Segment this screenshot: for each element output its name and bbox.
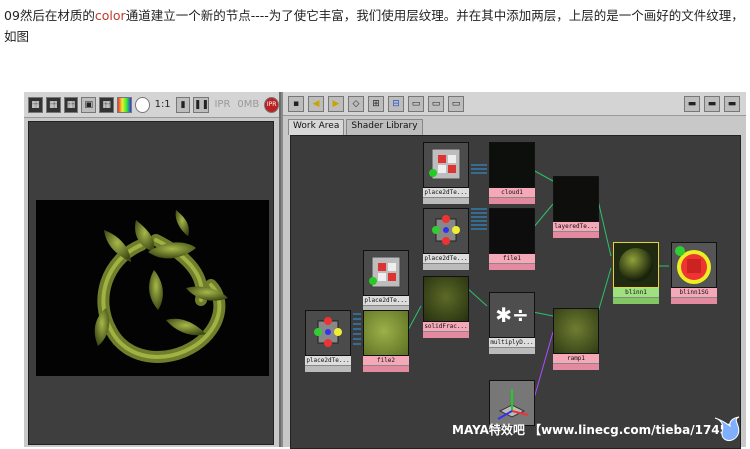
node-label: solidFrac... xyxy=(423,322,469,331)
node-blinn1[interactable]: blinn1 xyxy=(613,242,659,304)
node-file2[interactable]: file2 xyxy=(363,310,409,372)
tutorial-caption: 09然后在材质的color通道建立一个新的节点----为了使它丰富，我们使用层纹… xyxy=(4,5,746,47)
pause-icon[interactable]: ❚❚ xyxy=(193,96,210,113)
render-region-icon[interactable]: ▦ xyxy=(45,96,61,113)
file1-swatch xyxy=(489,208,535,254)
node-label: place2dTe... xyxy=(305,356,351,365)
ipr-button[interactable]: IPR xyxy=(264,96,280,113)
show-bottom-tabs-icon[interactable]: ▭ xyxy=(428,95,444,112)
zoom-ratio-label[interactable]: 1:1 xyxy=(153,99,173,110)
node-label: file2 xyxy=(363,356,409,365)
shading-group-icon xyxy=(671,242,717,288)
alpha-channel-icon[interactable] xyxy=(134,96,150,113)
hypershade-panel: ▪ ◀ ▶ ◇ ⊞ ⊟ ▭ ▭ ▭ ▬ ▬ ▬ Work Area Shader… xyxy=(283,92,746,449)
watermark-text: MAYA特效吧 【www.linecg.com/tieba/1745】 xyxy=(452,423,741,437)
multiply-divide-icon: ✱÷ xyxy=(489,292,535,338)
node-multiply-divide[interactable]: ✱÷ multiplyD... xyxy=(489,292,535,354)
solid-fractal-swatch xyxy=(423,276,469,322)
layout-top-icon[interactable]: ▬ xyxy=(684,95,700,112)
node-cloud[interactable]: cloud1 xyxy=(489,142,535,204)
memory-size-label: 0MB xyxy=(237,99,260,110)
tab-shader-library[interactable]: Shader Library xyxy=(346,119,423,135)
layered-swatch xyxy=(553,176,599,222)
eraser-icon[interactable]: ◇ xyxy=(348,95,364,112)
place2d-manip-icon xyxy=(305,310,351,356)
graph-icon[interactable]: ▪ xyxy=(288,95,304,112)
file2-swatch xyxy=(363,310,409,356)
node-label: file1 xyxy=(489,254,535,263)
node-place2d-b[interactable]: place2dTe... xyxy=(423,208,469,270)
work-area-graph[interactable]: place2dTe... cloud1 layeredTe... place2d… xyxy=(290,135,741,449)
caption-prefix: 09然后在材质的 xyxy=(4,8,95,23)
node-label: place2dTe... xyxy=(423,254,469,263)
place2d-cube-icon xyxy=(423,142,469,188)
node-place2d-d[interactable]: place2dTe... xyxy=(305,310,351,372)
blinn-swatch xyxy=(613,242,659,288)
caption-highlight: color xyxy=(94,8,126,23)
ramp-swatch xyxy=(553,308,599,354)
node-label: place2dTe... xyxy=(423,188,469,197)
node-label: ramp1 xyxy=(553,354,599,363)
keep-image-icon[interactable]: ▮ xyxy=(175,96,191,113)
rendered-vine-image xyxy=(94,210,228,363)
ipr-render-icon[interactable]: ▦ xyxy=(63,96,79,113)
rendered-image xyxy=(36,200,269,376)
render-settings-icon[interactable]: ▦ xyxy=(99,96,114,113)
cloud-swatch xyxy=(489,142,535,188)
node-ramp1[interactable]: ramp1 xyxy=(553,308,599,370)
node-label: place2dTe... xyxy=(363,296,409,305)
layout-both-icon[interactable]: ▬ xyxy=(724,95,740,112)
node-label: multiplyD... xyxy=(489,338,535,347)
place3d-icon xyxy=(489,380,535,426)
node-label: blinn1 xyxy=(613,288,659,297)
rgb-channels-icon[interactable] xyxy=(116,96,132,113)
node-label: cloud1 xyxy=(489,188,535,197)
node-place2d-c[interactable]: place2dTe... xyxy=(363,250,409,312)
render-toolbar: ▦ ▦ ▦ ▣ ▦ 1:1 ▮ ❚❚ IPR 0MB IPR xyxy=(24,92,280,118)
hypershade-tabs: Work Area Shader Library xyxy=(288,119,423,135)
node-solid-fractal[interactable]: solidFrac... xyxy=(423,276,469,338)
show-both-tabs-icon[interactable]: ▭ xyxy=(448,95,464,112)
render-view-panel: ▦ ▦ ▦ ▣ ▦ 1:1 ▮ ❚❚ IPR 0MB IPR xyxy=(24,92,281,447)
tab-work-area[interactable]: Work Area xyxy=(288,119,345,135)
node-layered-texture[interactable]: layeredTe... xyxy=(553,176,599,238)
forward-arrow-icon[interactable]: ▶ xyxy=(328,95,344,112)
watermark-logo xyxy=(714,416,740,441)
back-arrow-icon[interactable]: ◀ xyxy=(308,95,324,112)
input-connections-icon[interactable]: ⊞ xyxy=(368,95,384,112)
node-label: layeredTe... xyxy=(553,222,599,231)
node-label: blinn1SG xyxy=(671,288,717,297)
place2d-manip-icon xyxy=(423,208,469,254)
show-top-tabs-icon[interactable]: ▭ xyxy=(408,95,424,112)
node-blinn1sg[interactable]: blinn1SG xyxy=(671,242,717,304)
io-connections-icon[interactable]: ⊟ xyxy=(388,95,404,112)
node-file1[interactable]: file1 xyxy=(489,208,535,270)
node-place2d-a[interactable]: place2dTe... xyxy=(423,142,469,204)
ipr-label[interactable]: IPR xyxy=(212,99,232,110)
snapshot-icon[interactable]: ▣ xyxy=(81,96,97,113)
place2d-cube-icon xyxy=(363,250,409,296)
node-place3d[interactable] xyxy=(489,380,535,426)
layout-bottom-icon[interactable]: ▬ xyxy=(704,95,720,112)
render-clapboard-icon[interactable]: ▦ xyxy=(28,96,43,113)
hypershade-toolbar: ▪ ◀ ▶ ◇ ⊞ ⊟ ▭ ▭ ▭ ▬ ▬ ▬ xyxy=(283,92,746,116)
